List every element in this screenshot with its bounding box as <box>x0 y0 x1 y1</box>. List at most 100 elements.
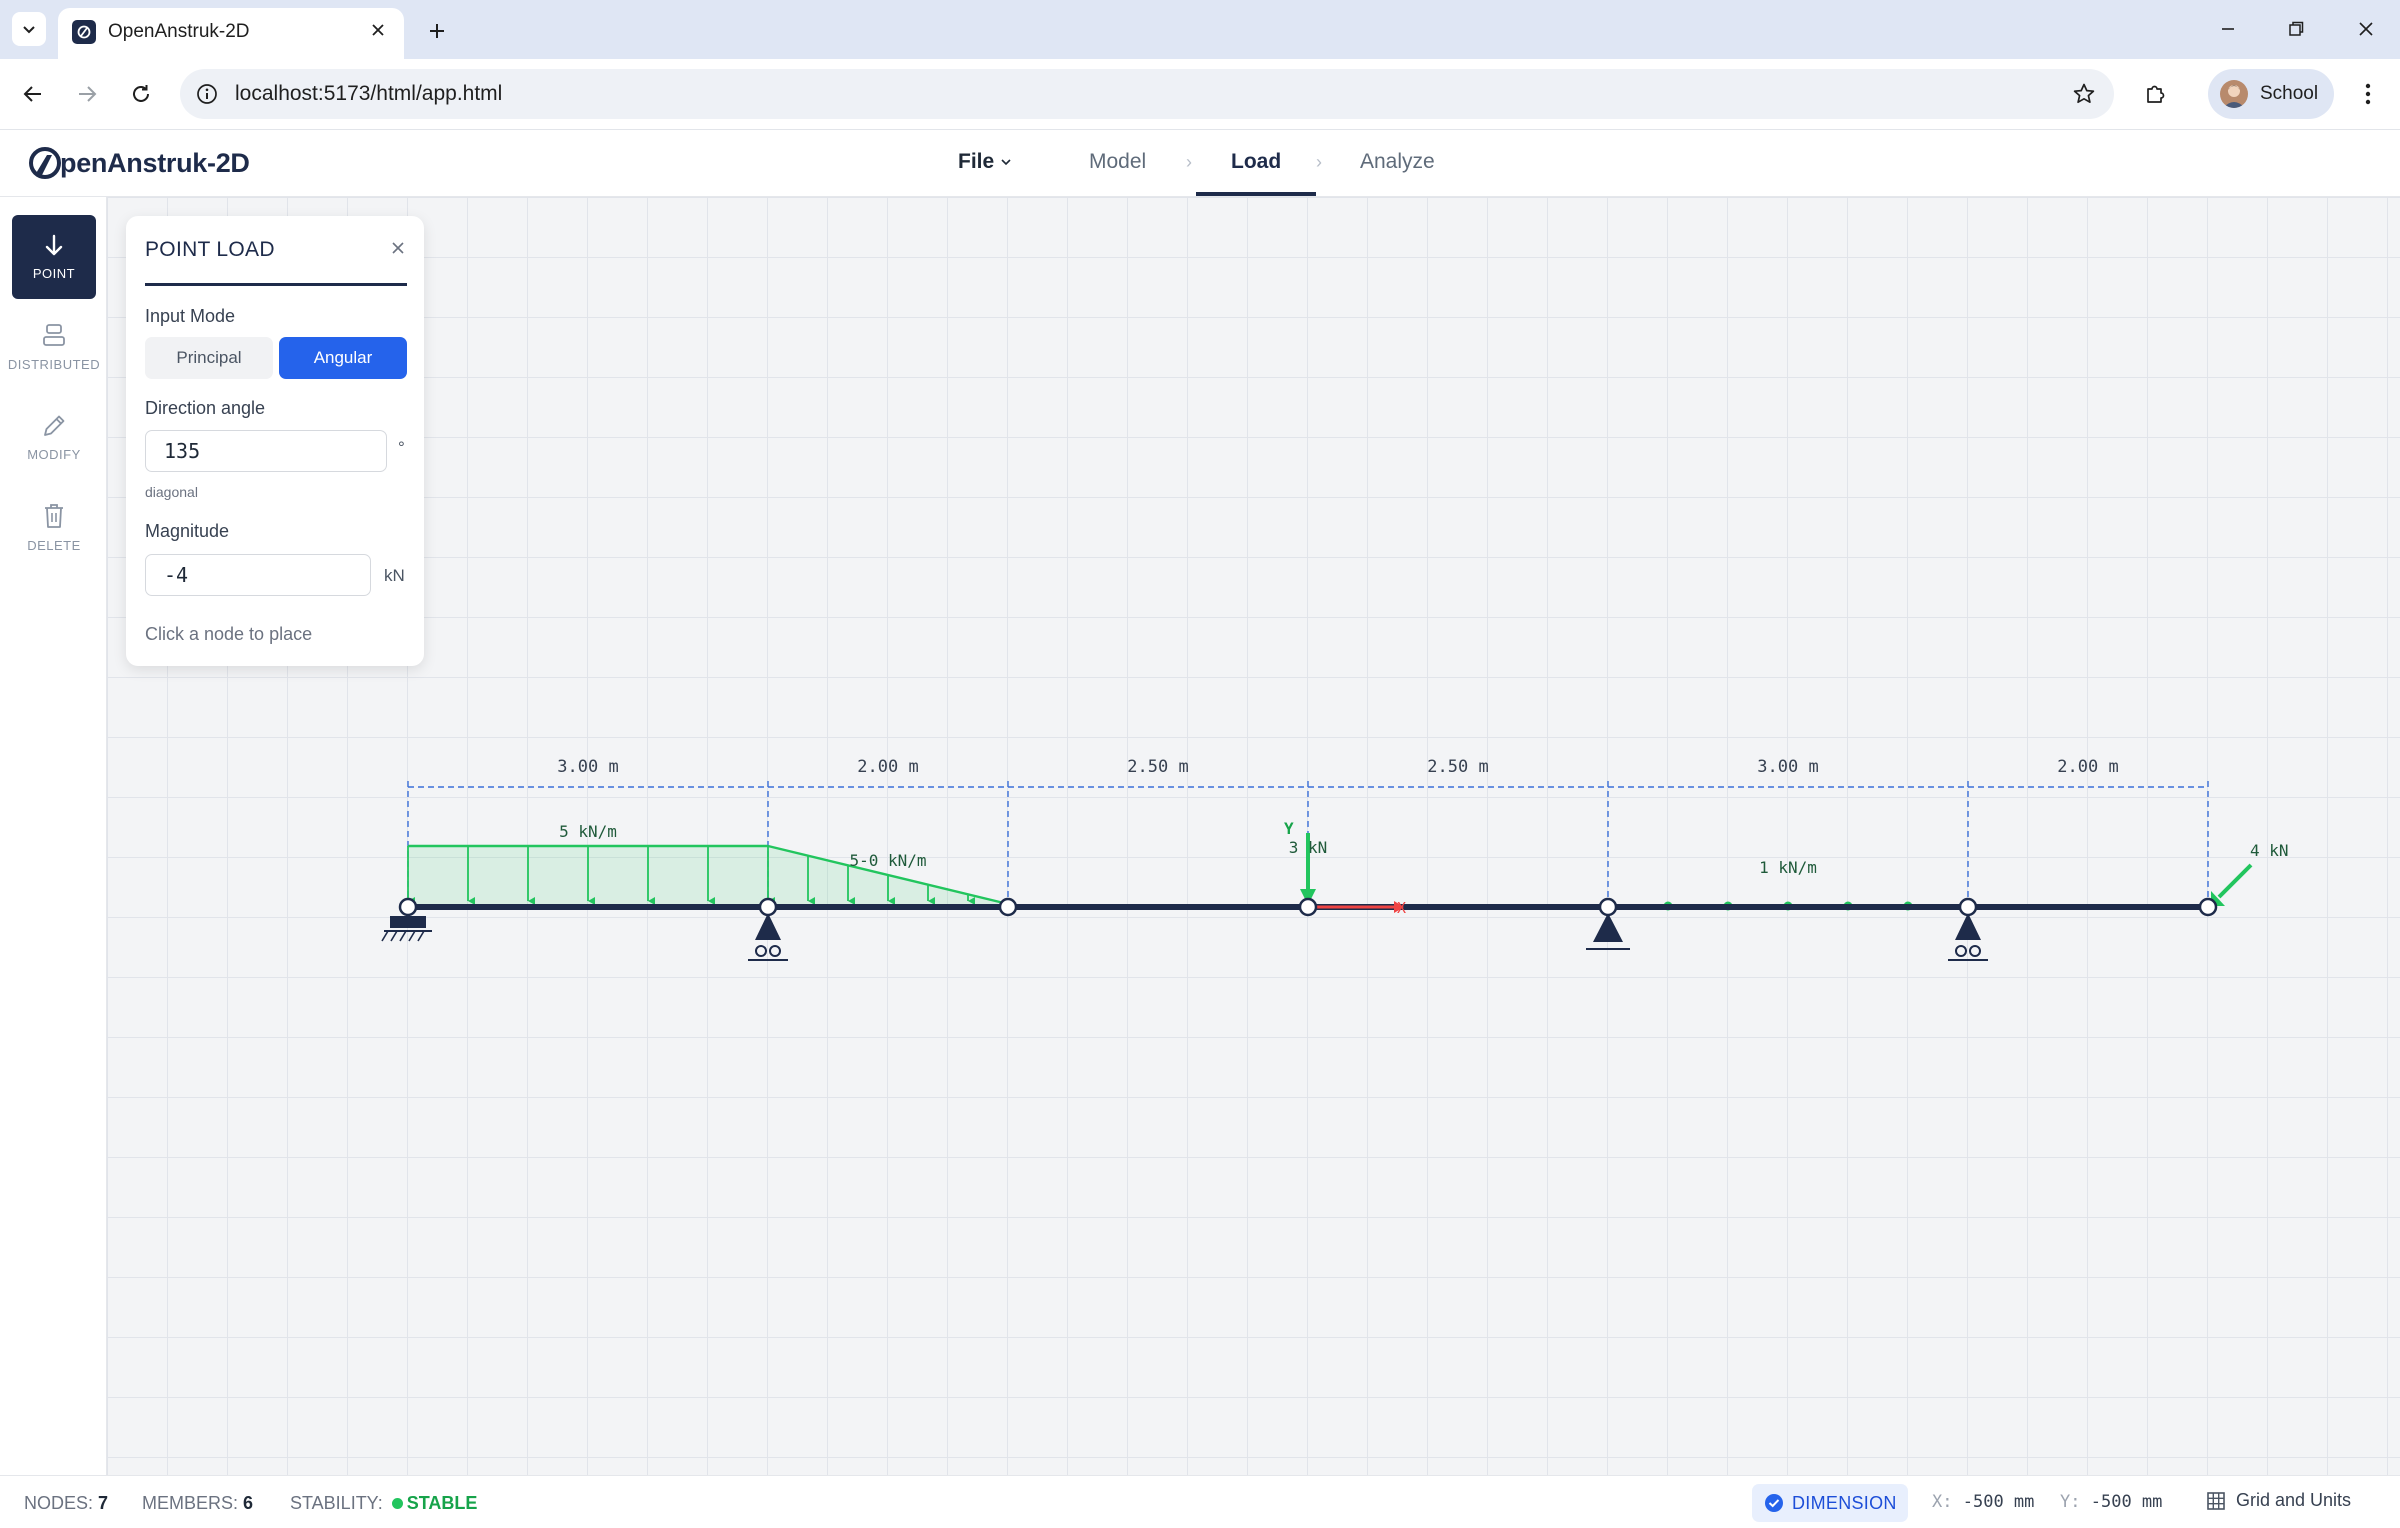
profile-name: School <box>2260 83 2319 104</box>
tab-search-button[interactable] <box>12 12 46 46</box>
angled-point-load[interactable]: 4 kN <box>2211 841 2289 906</box>
direction-angle-input[interactable]: 135 <box>145 430 387 472</box>
span-dimension-label: 2.00 m <box>857 757 918 777</box>
tab-load[interactable]: Load <box>1231 150 1281 174</box>
forward-arrow-icon[interactable] <box>68 75 106 113</box>
structure-drawing[interactable]: 3.00 m 2.00 m 2.50 m 2.50 m 3.00 m 2.00 … <box>107 197 2400 1475</box>
members-label: MEMBERS: <box>142 1493 239 1513</box>
restore-icon[interactable] <box>2272 10 2320 48</box>
mode-principal-button[interactable]: Principal <box>145 337 273 379</box>
browser-toolbar: localhost:5173/html/app.html School <box>0 59 2400 130</box>
point-load-panel: POINT LOAD Input Mode Principal Angular … <box>126 216 424 666</box>
angled-load-label: 4 kN <box>2250 841 2289 860</box>
tab-analyze[interactable]: Analyze <box>1360 150 1435 174</box>
axis-x-label: X <box>1397 899 1406 917</box>
node[interactable] <box>398 897 418 917</box>
dimension-toggle[interactable]: DIMENSION <box>1752 1484 1908 1522</box>
span-dimension-label: 2.00 m <box>2057 757 2118 777</box>
tool-distributed-label: DISTRIBUTED <box>7 356 101 372</box>
reload-icon[interactable] <box>122 75 160 113</box>
profile-chip[interactable]: School <box>2208 69 2334 119</box>
nodes-label: NODES: <box>24 1493 94 1513</box>
panel-divider <box>145 283 407 286</box>
tool-point-label: POINT <box>32 265 76 281</box>
node[interactable] <box>758 897 778 917</box>
grid-and-units-label: Grid and Units <box>2236 1490 2352 1510</box>
placement-hint: Click a node to place <box>145 624 313 644</box>
grid-and-units-button[interactable]: Grid and Units <box>2206 1490 2351 1511</box>
distributed-icon <box>43 323 65 346</box>
mode-angular-button[interactable]: Angular <box>279 337 407 379</box>
minimize-icon[interactable] <box>2204 10 2252 48</box>
address-bar[interactable]: localhost:5173/html/app.html <box>180 69 2114 119</box>
chevron-right-icon: › <box>1186 152 1192 172</box>
panel-title: POINT LOAD <box>145 238 275 261</box>
app-logo[interactable]: penAnstruk-2D <box>28 146 250 180</box>
tool-distributed[interactable]: DISTRIBUTED <box>8 305 100 389</box>
roller-support[interactable] <box>748 913 788 961</box>
load-toolbar: POINT DISTRIBUTED MODIFY DELETE <box>0 197 107 1475</box>
cursor-y: Y: -500 mm <box>2060 1492 2162 1512</box>
dimension-label: DIMENSION <box>1792 1492 1897 1513</box>
cursor-x: X: -500 mm <box>1932 1492 2034 1512</box>
members-count: MEMBERS: 6 <box>142 1493 253 1514</box>
site-info-icon[interactable] <box>194 81 220 107</box>
browser-tab-bar: OpenAnstruk-2D <box>0 0 2400 59</box>
tool-point[interactable]: POINT <box>12 215 96 299</box>
bookmark-star-icon[interactable] <box>2070 80 2098 108</box>
y-value: -500 mm <box>2090 1492 2163 1512</box>
checkbox-checked-icon <box>1765 1494 1783 1512</box>
x-value: -500 mm <box>1962 1492 2035 1512</box>
stability-status: STABILITY: STABLE <box>290 1493 477 1514</box>
grid-icon <box>2207 1491 2225 1510</box>
span-dimension-label: 2.50 m <box>1127 757 1188 777</box>
close-window-icon[interactable] <box>2342 10 2390 48</box>
close-tab-icon[interactable] <box>364 16 392 44</box>
point-load[interactable]: 3 kN <box>1289 833 1328 905</box>
tab-title: OpenAnstruk-2D <box>108 21 250 42</box>
new-tab-icon[interactable] <box>420 14 454 48</box>
chevron-right-icon: › <box>1316 152 1322 172</box>
avatar <box>2220 80 2248 108</box>
magnitude-label: Magnitude <box>145 521 230 541</box>
span-dimension-label: 3.00 m <box>1757 757 1818 777</box>
back-arrow-icon[interactable] <box>14 75 52 113</box>
node[interactable] <box>998 897 1018 917</box>
logo-text: penAnstruk-2D <box>60 147 250 178</box>
tab-model[interactable]: Model <box>1089 150 1146 174</box>
magnitude-unit: kN <box>384 566 405 585</box>
roller-support[interactable] <box>1948 913 1988 961</box>
stability-label: STABILITY: <box>290 1493 383 1513</box>
node[interactable] <box>1298 897 1318 917</box>
magnitude-input[interactable]: -4 <box>145 554 371 596</box>
menu-file[interactable]: File <box>958 150 1012 174</box>
udl-load[interactable]: 5 kN/m <box>407 822 775 905</box>
y-axis-label: Y: <box>2060 1492 2081 1512</box>
more-options-icon[interactable] <box>2350 75 2386 113</box>
trash-icon <box>45 503 63 528</box>
url-text: localhost:5173/html/app.html <box>235 82 503 105</box>
pin-support[interactable] <box>1586 913 1630 950</box>
span-dimension-label: 2.50 m <box>1427 757 1488 777</box>
trapezoidal-load[interactable]: 5-0 kN/m <box>767 844 1009 906</box>
close-icon[interactable] <box>386 236 410 260</box>
node[interactable] <box>1598 897 1618 917</box>
nodes-value: 7 <box>98 1493 109 1513</box>
axis-y-label: Y <box>1284 819 1294 838</box>
tool-modify[interactable]: MODIFY <box>12 395 96 479</box>
udl-load-label: 5 kN/m <box>559 822 617 841</box>
menu-file-label: File <box>958 150 995 173</box>
tool-modify-label: MODIFY <box>27 446 81 462</box>
extensions-puzzle-icon[interactable] <box>2136 75 2174 113</box>
x-axis-label: X: <box>1932 1492 1953 1512</box>
tool-delete[interactable]: DELETE <box>12 485 96 569</box>
app-favicon-icon <box>72 20 96 44</box>
span-dimension-label: 3.00 m <box>557 757 618 777</box>
node[interactable] <box>1958 897 1978 917</box>
browser-tab[interactable]: OpenAnstruk-2D <box>58 8 404 59</box>
pencil-icon <box>44 415 65 436</box>
fixed-support[interactable] <box>381 916 432 942</box>
status-bar: NODES: 7 MEMBERS: 6 STABILITY: STABLE DI… <box>0 1475 2400 1528</box>
degree-unit: ° <box>398 438 405 457</box>
node[interactable] <box>2198 897 2218 917</box>
